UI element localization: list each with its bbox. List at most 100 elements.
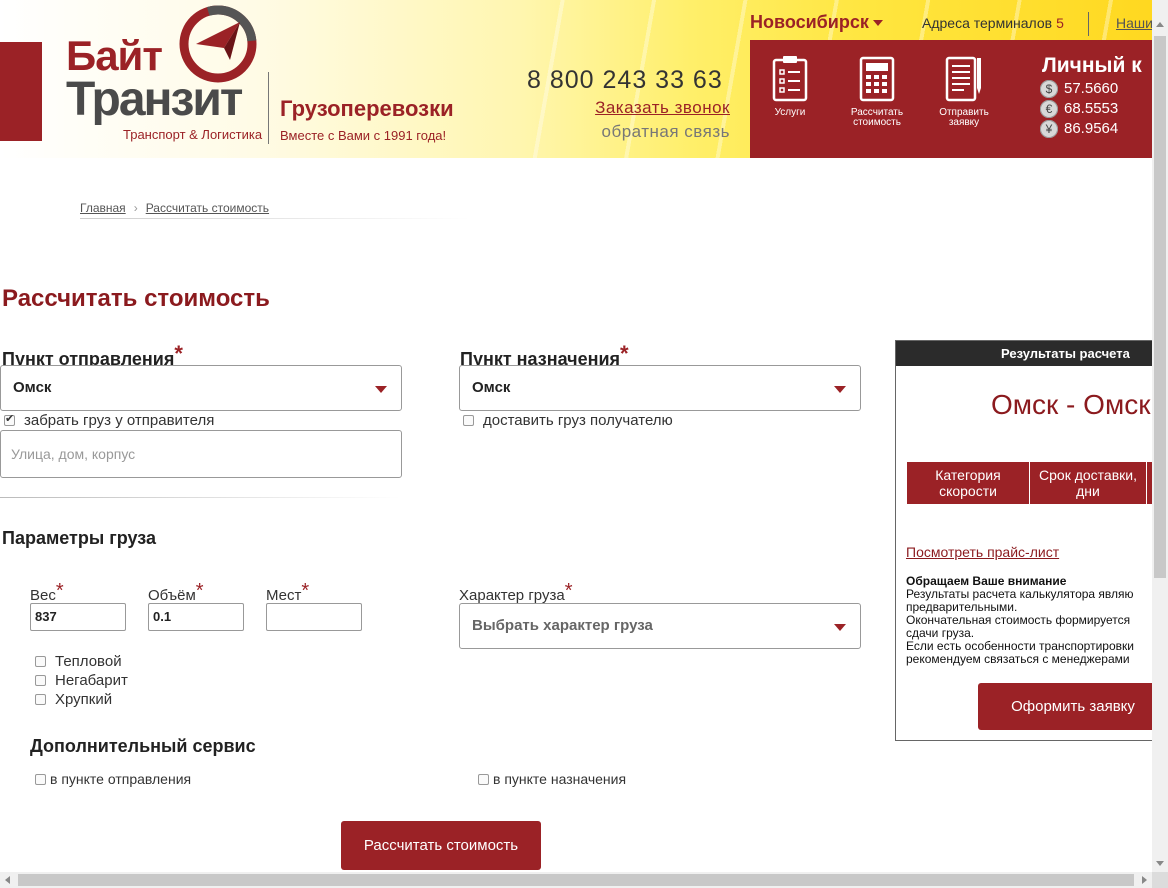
terminals-label: Адреса терминалов [922, 15, 1053, 31]
dollar-icon: $ [1040, 80, 1058, 99]
top-bar: Новосибирск Адреса терминалов 5 Наши [750, 0, 1153, 40]
city-name: Новосибирск [750, 12, 869, 32]
places-label-text: Мест [266, 587, 302, 604]
dropdown-arrow-icon [375, 386, 387, 393]
extra-destination-box[interactable] [478, 773, 489, 785]
topbar-divider [1088, 12, 1089, 36]
delivery-days-line2: дни [1076, 483, 1100, 499]
delivery-days-header: Срок доставки, дни [1030, 462, 1146, 504]
breadcrumb-current-link[interactable]: Рассчитать стоимость [146, 201, 269, 215]
speed-category-line1: Категория [935, 467, 1001, 483]
address-input[interactable]: Улица, дом, корпус [0, 430, 402, 478]
page-title: Рассчитать стоимость [2, 285, 270, 312]
logo-tagline: Транспорт & Логистика [123, 127, 263, 142]
calculate-cost-button[interactable]: Рассчитать стоимость [837, 54, 917, 128]
delivery-checkbox-label: доставить груз получателю [483, 412, 673, 429]
cargo-nature-label-text: Характер груза [459, 587, 565, 604]
ours-link[interactable]: Наши [1116, 15, 1153, 31]
section-divider [0, 497, 400, 498]
price-list-link[interactable]: Посмотреть прайс-лист [906, 544, 1059, 560]
origin-select-value: Омск [13, 379, 52, 396]
place-order-button[interactable]: Оформить заявку [978, 683, 1164, 730]
send-label-line2: заявку [948, 117, 980, 128]
rate-cny-value: 86.9564 [1064, 120, 1119, 137]
results-title: Результаты расчета [896, 341, 1164, 366]
calculate-submit-button[interactable]: Рассчитать стоимость [341, 821, 541, 870]
scroll-left-icon[interactable] [5, 876, 10, 884]
weight-input[interactable]: 837 [30, 603, 126, 631]
option-oversize-label: Негабарит [55, 672, 128, 689]
phone-number[interactable]: 8 800 243 33 63 [527, 66, 723, 95]
option-oversize-checkbox[interactable]: Негабарит [35, 672, 128, 689]
calculator-icon [859, 56, 895, 102]
vertical-scrollbar[interactable] [1152, 0, 1168, 872]
rate-usd: $57.5660 [1040, 80, 1119, 99]
extra-destination-label: в пункте назначения [493, 771, 627, 787]
logo-word-tranzit: Транзит [66, 73, 243, 126]
breadcrumb-home-link[interactable]: Главная [80, 201, 126, 215]
option-thermal-box[interactable] [35, 656, 46, 667]
cargo-params-title: Параметры груза [2, 528, 156, 548]
delivery-days-line1: Срок доставки, [1039, 467, 1137, 483]
cargo-nature-placeholder: Выбрать характер груза [472, 617, 653, 634]
required-asterisk-icon: * [564, 580, 573, 602]
delivery-checkbox[interactable]: доставить груз получателю [463, 412, 673, 429]
calculate-label-line2: стоимость [853, 117, 901, 128]
rate-eur: €68.5553 [1040, 100, 1119, 119]
document-pen-icon [945, 56, 981, 102]
city-selector[interactable]: Новосибирск [750, 12, 883, 33]
rate-usd-value: 57.5660 [1064, 80, 1119, 97]
volume-input[interactable]: 0.1 [148, 603, 244, 631]
breadcrumb-separator-icon: › [133, 201, 138, 215]
feedback-link[interactable]: обратная связь [602, 122, 730, 142]
origin-select[interactable]: Омск [0, 365, 402, 411]
dropdown-arrow-icon [834, 624, 846, 631]
required-asterisk-icon: * [55, 580, 64, 602]
results-notice: Обращаем Ваше внимание Результаты расчет… [906, 575, 1164, 666]
extra-service-title: Дополнительный сервис [30, 736, 256, 756]
option-fragile-checkbox[interactable]: Хрупкий [35, 691, 112, 708]
notice-line: рекомендуем связаться с менеджерами [906, 652, 1130, 666]
option-oversize-box[interactable] [35, 675, 46, 686]
pickup-checkbox-box[interactable] [4, 412, 15, 426]
pickup-checkbox[interactable]: забрать груз у отправителя [4, 412, 214, 429]
option-fragile-box[interactable] [35, 694, 46, 705]
scroll-right-icon[interactable] [1142, 876, 1147, 884]
speed-category-line2: скорости [939, 483, 997, 499]
terminals-link[interactable]: Адреса терминалов 5 [922, 15, 1064, 31]
vertical-scroll-thumb[interactable] [1154, 36, 1166, 578]
volume-label-text: Объём [148, 587, 196, 604]
extra-origin-box[interactable] [35, 773, 46, 785]
required-asterisk-icon: * [174, 341, 183, 366]
services-panel: Услуги Рассчитать стоимость Отправить за… [750, 40, 1152, 158]
rate-cny: ¥86.9564 [1040, 120, 1119, 139]
since-slogan: Вместе с Вами с 1991 года! [280, 128, 447, 143]
option-thermal-checkbox[interactable]: Тепловой [35, 653, 122, 670]
send-request-button[interactable]: Отправить заявку [924, 54, 1004, 128]
scroll-up-icon[interactable] [1156, 22, 1164, 27]
delivery-checkbox-box[interactable] [463, 415, 474, 426]
weight-label-text: Вес [30, 587, 56, 604]
site-logo[interactable]: Байт Транзит Транспорт & Логистика Грузо… [66, 4, 466, 154]
pickup-checkbox-label: забрать груз у отправителя [24, 412, 215, 429]
rate-eur-value: 68.5553 [1064, 100, 1119, 117]
horizontal-scroll-thumb[interactable] [18, 874, 1134, 886]
results-panel: Результаты расчета Омск - Омск Категория… [895, 340, 1165, 741]
header-accent-stripe [0, 42, 42, 141]
callback-link[interactable]: Заказать звонок [595, 98, 730, 118]
services-button[interactable]: Услуги [750, 54, 830, 118]
extra-destination-checkbox[interactable]: в пункте назначения [478, 771, 626, 787]
destination-select[interactable]: Омск [459, 365, 861, 411]
breadcrumb-divider [80, 218, 470, 219]
required-asterisk-icon: * [301, 580, 310, 602]
horizontal-scrollbar[interactable] [0, 872, 1152, 888]
option-thermal-label: Тепловой [55, 653, 122, 670]
terminals-count: 5 [1056, 15, 1064, 31]
extra-origin-checkbox[interactable]: в пункте отправления [35, 771, 191, 787]
cargo-nature-select[interactable]: Выбрать характер груза [459, 603, 861, 649]
chevron-down-icon [872, 20, 883, 27]
personal-cabinet-link[interactable]: Личный к [1042, 54, 1142, 78]
places-input[interactable] [266, 603, 362, 631]
option-fragile-label: Хрупкий [55, 691, 113, 708]
scroll-down-icon[interactable] [1156, 861, 1164, 866]
